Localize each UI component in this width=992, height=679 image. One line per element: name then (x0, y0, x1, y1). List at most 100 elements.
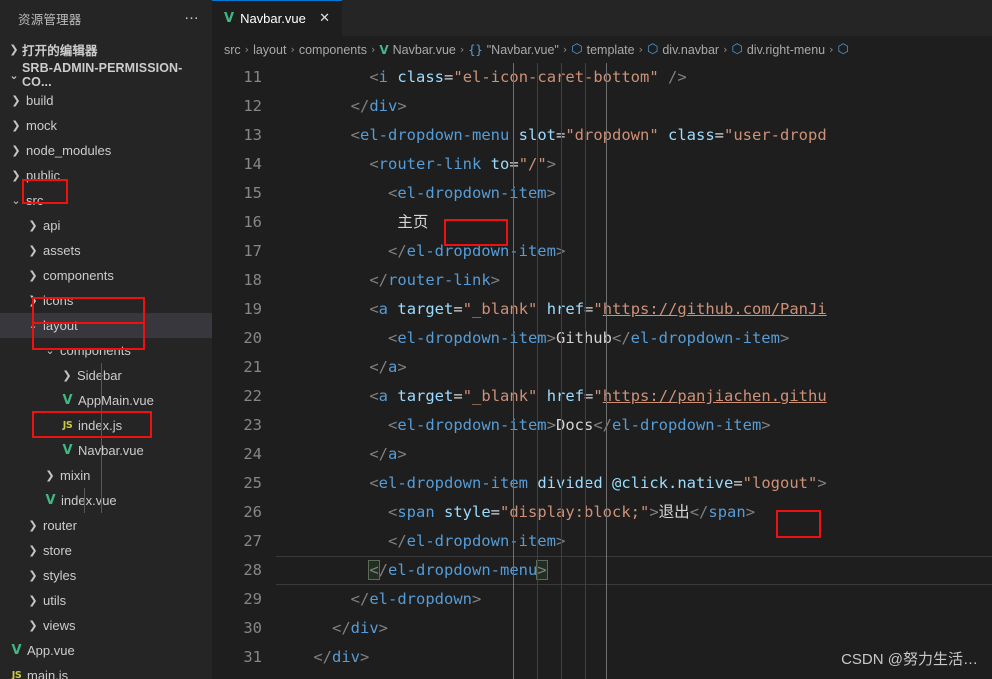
line-number: 28 (243, 561, 262, 579)
tree-item-mock[interactable]: ❯ mock (0, 113, 212, 138)
tree-item-label: components (60, 343, 131, 358)
code-token-tag: el-dropdown-item (397, 416, 547, 434)
breadcrumb-label: src (224, 42, 241, 57)
vue-file-icon: V (62, 443, 73, 458)
code-line-20[interactable]: <el-dropdown-item>Github</el-dropdown-it… (276, 324, 992, 353)
code-token-tag: el-dropdown-menu (388, 561, 538, 579)
code-token-str: "_blank" (462, 300, 538, 318)
code-token-attr: href (546, 387, 585, 405)
code-line-29[interactable]: </el-dropdown> (276, 585, 992, 614)
code-line-21[interactable]: </a> (276, 353, 992, 382)
explorer-sidebar: 资源管理器 … ❯ 打开的编辑器 ⌄ SRB-ADMIN-PERMISSION-… (0, 0, 212, 679)
code-token-tag: el-dropdown (369, 590, 472, 608)
line-number: 18 (243, 271, 262, 289)
code-line-19[interactable]: <a target="_blank" href="https://github.… (276, 295, 992, 324)
breadcrumb-item[interactable]: components (299, 43, 367, 57)
code-editor[interactable]: 11 12 13 14 15 16 17 18 19 20 21 22 23 24 25 26 27 28 29 30… (212, 63, 992, 679)
code-line-23[interactable]: <el-dropdown-item>Docs</el-dropdown-item… (276, 411, 992, 440)
code-line-11[interactable]: <i class="el-icon-caret-bottom" /> (276, 63, 992, 92)
project-root-section[interactable]: ⌄ SRB-ADMIN-PERMISSION-CO... (0, 61, 212, 89)
breadcrumb-item[interactable]: {} "Navbar.vue" (468, 43, 559, 57)
code-token-attr: href (546, 300, 585, 318)
code-line-26[interactable]: <span style="display:block;">退出</span> (276, 498, 992, 527)
code-line-18[interactable]: </router-link> (276, 266, 992, 295)
tree-item-appmain-vue[interactable]: V AppMain.vue (0, 388, 212, 413)
tree-item-sidebar[interactable]: ❯ Sidebar (0, 363, 212, 388)
code-line-24[interactable]: </a> (276, 440, 992, 469)
watermark: CSDN @努力生活… (841, 651, 978, 668)
tree-item-store[interactable]: ❯ store (0, 538, 212, 563)
code-token-brk: > (546, 184, 556, 202)
open-editors-section[interactable]: ❯ 打开的编辑器 (0, 36, 212, 62)
breadcrumb-separator-icon: › (723, 43, 728, 56)
tree-item-src[interactable]: ⌄ src (0, 188, 212, 213)
tree-item-label: layout (43, 318, 78, 333)
code-token-brk: > (761, 416, 771, 434)
line-number: 20 (243, 329, 262, 347)
code-token-tag: a (388, 445, 398, 463)
tree-item-mixin[interactable]: ❯ mixin (0, 463, 212, 488)
tree-item-build[interactable]: ❯ build (0, 88, 212, 113)
code-token-tag: el-dropdown-item (378, 474, 528, 492)
code-token-txt: Github (555, 329, 612, 347)
tree-item-views[interactable]: ❯ views (0, 613, 212, 638)
code-line-14[interactable]: <router-link to="/"> (276, 150, 992, 179)
tree-item-layout[interactable]: ⌄ layout (0, 313, 212, 338)
code-line-16[interactable]: 主页 (276, 208, 992, 237)
tree-item-components[interactable]: ⌄ components (0, 338, 212, 363)
tree-item-styles[interactable]: ❯ styles (0, 563, 212, 588)
tree-item-public[interactable]: ❯ public (0, 163, 212, 188)
code-line-25[interactable]: <el-dropdown-item divided @click.native=… (276, 469, 992, 498)
tree-item-app-vue[interactable]: V App.vue (0, 638, 212, 663)
tree-item-index-js[interactable]: JSindex.js (0, 413, 212, 438)
code-line-12[interactable]: </div> (276, 92, 992, 121)
code-token-brk: > (378, 619, 389, 637)
code-line-27[interactable]: </el-dropdown-item> (276, 527, 992, 556)
close-icon[interactable]: ✕ (317, 11, 332, 26)
code-token-tag: div (350, 619, 379, 637)
code-token-str: "dropdown" (565, 126, 659, 144)
project-root-label: SRB-ADMIN-PERMISSION-CO... (22, 61, 183, 89)
breadcrumb-item[interactable]: src (224, 43, 241, 57)
tree-item-index-vue[interactable]: Vindex.vue (0, 488, 212, 513)
vue-file-icon: V (11, 643, 22, 658)
code-line-28[interactable]: </el-dropdown-menu> (276, 556, 992, 585)
breadcrumb[interactable]: src › layout › components › V Navbar.vue ›{} "Nav… (212, 36, 992, 63)
tree-item-navbar-vue[interactable]: V Navbar.vue (0, 438, 212, 463)
more-actions-icon[interactable]: … (184, 7, 200, 24)
tree-item-node-modules[interactable]: ❯ node_modules (0, 138, 212, 163)
symbol-cube-icon: ⬡ (837, 42, 849, 57)
tree-item-api[interactable]: ❯ api (0, 213, 212, 238)
tree-item-router[interactable]: ❯ router (0, 513, 212, 538)
code-line-30[interactable]: </div> (276, 614, 992, 643)
line-number: 24 (243, 445, 262, 463)
breadcrumb-item[interactable]: V Navbar.vue (379, 43, 456, 57)
breadcrumb-item[interactable]: ⬡ (838, 42, 849, 57)
code-token-str: " (593, 387, 603, 405)
tree-item-label: Sidebar (77, 368, 122, 383)
tree-item-label: router (43, 518, 77, 533)
code-token-eq: = (733, 474, 743, 492)
code-line-22[interactable]: <a target="_blank" href="https://panjiac… (276, 382, 992, 411)
tree-item-assets[interactable]: ❯ assets (0, 238, 212, 263)
breadcrumb-item[interactable]: ⬡ div.right-menu (732, 42, 826, 57)
code-line-13[interactable]: <el-dropdown-menu slot="dropdown" class=… (276, 121, 992, 150)
tree-item-components[interactable]: ❯ components (0, 263, 212, 288)
chevron-right-icon: ❯ (45, 469, 55, 482)
tree-item-main-js[interactable]: JS main.js (0, 663, 212, 679)
tree-item-icons[interactable]: ❯ icons (0, 288, 212, 313)
code-line-15[interactable]: <el-dropdown-item> (276, 179, 992, 208)
chevron-right-icon: ❯ (28, 594, 38, 607)
breadcrumb-label: template (586, 42, 635, 57)
code-line-17[interactable]: </el-dropdown-item> (276, 237, 992, 266)
tab-navbar-vue[interactable]: V Navbar.vue ✕ (212, 0, 342, 36)
code-token-brk: > (471, 590, 482, 608)
breadcrumb-item[interactable]: ⬡ template (571, 42, 634, 57)
breadcrumb-item[interactable]: layout (253, 43, 286, 57)
tree-item-utils[interactable]: ❯ utils (0, 588, 212, 613)
code-lines[interactable]: <i class="el-icon-caret-bottom" /> </div… (276, 63, 992, 679)
breadcrumb-item[interactable]: ⬡ div.navbar (647, 42, 719, 57)
